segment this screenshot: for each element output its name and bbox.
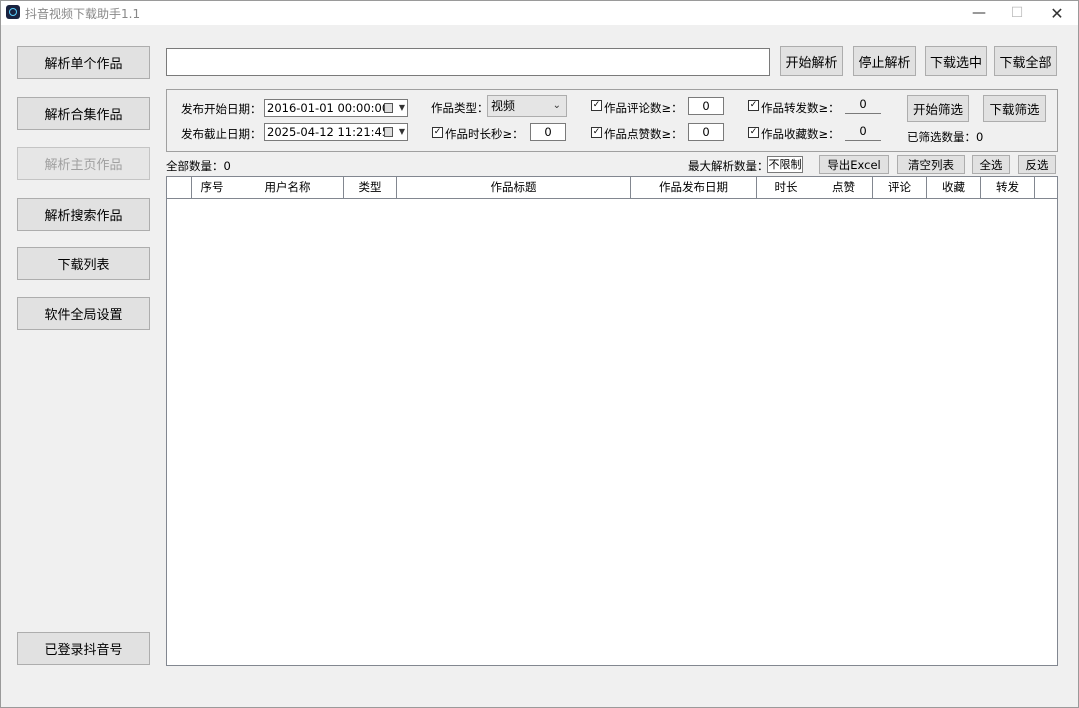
logged-in-account-button[interactable]: 已登录抖音号 [17,632,150,665]
parse-single-button[interactable]: 解析单个作品 [17,46,150,79]
duration-label: 作品时长秒≥： [445,127,524,141]
download-list-button[interactable]: 下载列表 [17,247,150,280]
type-select[interactable]: 视频 ⌄ [487,95,567,117]
clear-list-button[interactable]: 清空列表 [897,155,965,174]
duration-input[interactable]: 0 [530,123,566,141]
likes-checkbox[interactable]: ✓ [591,127,602,138]
total-count-label: 全部数量：0 [166,158,231,174]
end-date-value: 2025-04-12 11:21:45 [267,125,390,139]
column-header-favorites[interactable]: 收藏 [927,177,981,198]
start-date-picker[interactable]: 2016-01-01 00:00:00 ▼ [264,99,408,117]
type-label: 作品类型： [431,101,489,115]
download-filtered-button[interactable]: 下载筛选 [983,95,1046,122]
column-header-index[interactable]: 序号 [192,177,232,198]
shares-checkbox[interactable]: ✓ [748,100,759,111]
parse-collection-button[interactable]: 解析合集作品 [17,97,150,130]
shares-input[interactable]: 0 [845,96,881,114]
calendar-icon[interactable] [384,127,393,137]
column-header-username[interactable]: 用户名称 [232,177,344,198]
end-date-picker[interactable]: 2025-04-12 11:21:45 ▼ [264,123,408,141]
select-all-button[interactable]: 全选 [972,155,1010,174]
stop-parse-button[interactable]: 停止解析 [853,46,916,76]
column-header-checkbox[interactable] [167,177,192,198]
minimize-button[interactable]: — [959,1,999,25]
global-settings-button[interactable]: 软件全局设置 [17,297,150,330]
start-filter-button[interactable]: 开始筛选 [907,95,969,122]
url-input[interactable] [166,48,770,76]
download-selected-button[interactable]: 下载选中 [925,46,987,76]
export-excel-button[interactable]: 导出Excel [819,155,889,174]
favorites-input[interactable]: 0 [845,123,881,141]
column-header-likes[interactable]: 点赞 [815,177,873,198]
close-button[interactable]: ✕ [1037,1,1077,25]
title-bar[interactable]: 抖音视频下载助手1.1 — ☐ ✕ [1,1,1078,25]
filtered-count-text: 已筛选数量： [907,130,976,144]
column-header-title[interactable]: 作品标题 [397,177,631,198]
table-header: 序号 用户名称 类型 作品标题 作品发布日期 时长 点赞 评论 收藏 转发 [167,177,1057,199]
max-parse-label: 最大解析数量： [688,159,769,173]
favorites-checkbox[interactable]: ✓ [748,127,759,138]
works-table[interactable]: 序号 用户名称 类型 作品标题 作品发布日期 时长 点赞 评论 收藏 转发 [166,176,1058,666]
start-date-label: 发布开始日期： [181,102,262,116]
invert-select-button[interactable]: 反选 [1018,155,1056,174]
column-header-duration[interactable]: 时长 [757,177,815,198]
calendar-icon[interactable] [384,103,393,113]
comments-checkbox[interactable]: ✓ [591,100,602,111]
duration-checkbox[interactable]: ✓ [432,127,443,138]
total-count-value: 0 [223,159,231,173]
comments-input[interactable]: 0 [688,97,724,115]
dropdown-arrow-icon[interactable]: ▼ [399,100,405,116]
column-header-comments[interactable]: 评论 [873,177,927,198]
type-select-value: 视频 [491,99,516,113]
column-header-filler [1035,177,1057,198]
total-count-text: 全部数量： [166,159,224,173]
column-header-type[interactable]: 类型 [344,177,397,198]
app-logo-icon [6,5,20,19]
start-date-value: 2016-01-01 00:00:00 [267,101,390,115]
window-title: 抖音视频下载助手1.1 [25,7,141,21]
column-header-publish-date[interactable]: 作品发布日期 [631,177,757,198]
dropdown-arrow-icon[interactable]: ▼ [399,124,405,140]
likes-label: 作品点赞数≥： [604,127,683,141]
parse-homepage-button[interactable]: 解析主页作品 [17,147,150,180]
download-all-button[interactable]: 下载全部 [994,46,1057,76]
end-date-label: 发布截止日期： [181,127,262,141]
comments-label: 作品评论数≥： [604,101,683,115]
likes-input[interactable]: 0 [688,123,724,141]
chevron-down-icon: ⌄ [552,100,561,111]
favorites-label: 作品收藏数≥： [761,127,840,141]
maximize-button[interactable]: ☐ [997,1,1037,25]
filtered-count-value: 0 [976,130,984,144]
column-header-shares[interactable]: 转发 [981,177,1035,198]
filtered-count-label: 已筛选数量：0 [907,129,983,145]
shares-label: 作品转发数≥： [761,101,840,115]
max-parse-input[interactable]: 不限制 [767,156,803,173]
start-parse-button[interactable]: 开始解析 [780,46,843,76]
parse-search-button[interactable]: 解析搜索作品 [17,198,150,231]
app-window: 抖音视频下载助手1.1 — ☐ ✕ 解析单个作品 解析合集作品 解析主页作品 解… [0,0,1079,708]
